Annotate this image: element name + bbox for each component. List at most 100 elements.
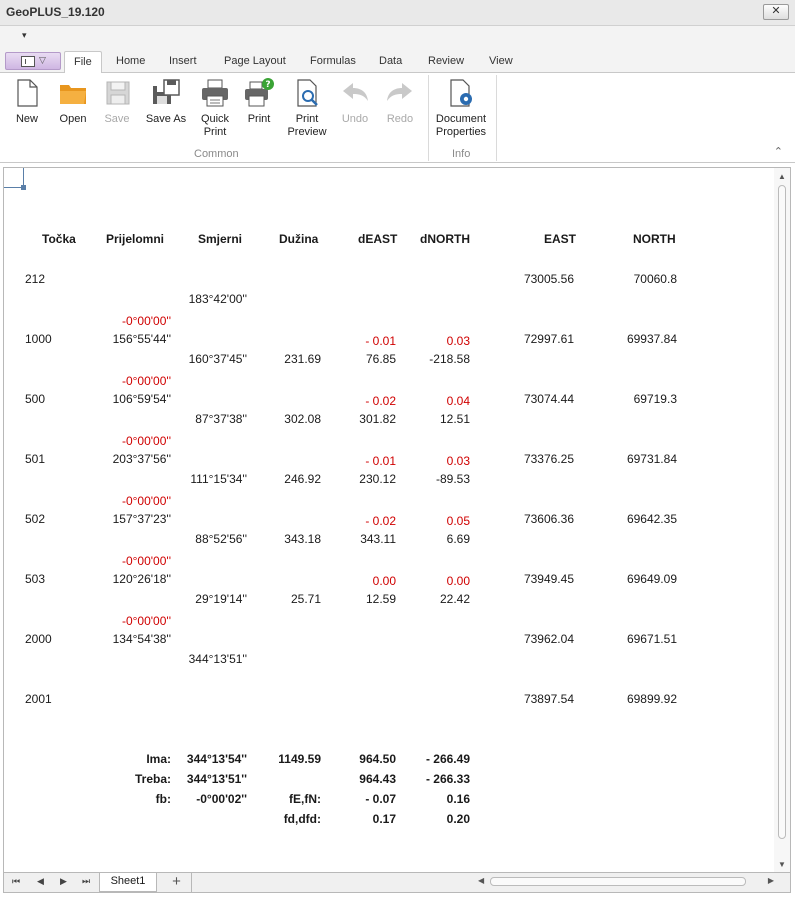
station-east: 72997.61 — [523, 332, 574, 346]
add-sheet-button[interactable]: + — [162, 873, 192, 892]
dnorth-correction: 0.04 — [446, 394, 470, 408]
summary-dfd: 0.20 — [446, 812, 470, 826]
quick-access-dropdown-icon[interactable]: ▾ — [22, 30, 27, 41]
document-properties-button[interactable]: Document Properties — [434, 77, 488, 139]
deast-correction: 0.00 — [372, 574, 396, 588]
application-menu-button[interactable]: ▽ — [5, 52, 61, 70]
station-north: 69671.51 — [626, 632, 677, 646]
new-button[interactable]: New — [10, 77, 44, 126]
summary-angle-fb: -0°00'02'' — [196, 792, 247, 806]
quick-access-toolbar: ▾ — [0, 26, 795, 50]
tab-page-layout[interactable]: Page Layout — [224, 55, 286, 67]
station-north: 69719.3 — [633, 392, 677, 406]
angle-correction: -0°00'00'' — [121, 434, 171, 448]
selection-handle[interactable] — [4, 168, 26, 190]
angle-correction: -0°00'00'' — [121, 614, 171, 628]
tab-file[interactable]: File — [64, 51, 102, 74]
station-angle: 156°55'44'' — [112, 332, 171, 346]
station-north: 69649.09 — [626, 572, 677, 586]
station-east: 73005.56 — [523, 272, 574, 286]
tab-review[interactable]: Review — [428, 55, 464, 67]
tab-home[interactable]: Home — [116, 55, 145, 67]
deast-correction: - 0.02 — [365, 394, 396, 408]
station-id: 500 — [25, 392, 46, 406]
first-sheet-icon[interactable]: ⏮ — [12, 876, 20, 887]
leg-deast: 230.12 — [359, 472, 396, 486]
print-preview-button[interactable]: Print Preview — [286, 77, 328, 139]
summary-label-fd-dfd: fd,dfd: — [283, 812, 321, 826]
leg-bearing: 160°37'45'' — [188, 352, 247, 366]
tab-insert[interactable]: Insert — [169, 55, 197, 67]
group-label-info: Info — [452, 148, 471, 160]
leg-bearing: 111°15'34'' — [190, 472, 247, 486]
scroll-right-icon[interactable]: ▶ — [768, 876, 774, 885]
station-north: 69642.35 — [626, 512, 677, 526]
summary-label-treba: Treba: — [134, 772, 171, 786]
leg-bearing: 183°42'00'' — [188, 292, 247, 306]
tab-view[interactable]: View — [489, 55, 513, 67]
station-east: 73606.36 — [523, 512, 574, 526]
station-east: 73376.25 — [523, 452, 574, 466]
station-id: 501 — [25, 452, 46, 466]
header-tocka: Točka — [42, 232, 76, 246]
station-angle: 157°37'23'' — [112, 512, 171, 526]
quick-print-button[interactable]: Quick Print — [196, 77, 234, 139]
vertical-scrollbar[interactable]: ▲ ▼ — [774, 168, 790, 872]
summary-label-ima: Ima: — [146, 752, 171, 766]
leg-length: 302.08 — [284, 412, 321, 426]
last-sheet-icon[interactable]: ⏭ — [82, 876, 90, 887]
redo-arrow-icon — [387, 83, 412, 101]
ribbon: New Open Save Save As Quick Print ? Prin… — [0, 73, 795, 163]
collapse-ribbon-icon[interactable]: ⌃ — [774, 145, 783, 158]
save-as-button[interactable]: Save As — [144, 77, 188, 126]
undo-arrow-icon — [343, 83, 368, 101]
close-button[interactable]: ✕ — [763, 4, 789, 20]
leg-deast: 301.82 — [359, 412, 396, 426]
leg-deast: 343.11 — [360, 532, 396, 546]
save-as-icon — [153, 79, 180, 104]
summary-angle-treba: 344°13'51'' — [186, 772, 247, 786]
leg-dnorth: -89.53 — [435, 472, 470, 486]
vertical-scroll-thumb[interactable] — [778, 185, 786, 839]
document-properties-icon — [450, 79, 472, 107]
save-disk-icon — [106, 81, 130, 105]
angle-correction: -0°00'00'' — [121, 314, 171, 328]
station-id: 2001 — [25, 692, 52, 706]
open-button[interactable]: Open — [56, 77, 90, 126]
summary-dnorth-ima: - 266.49 — [425, 752, 470, 766]
horizontal-scroll-thumb[interactable] — [490, 877, 746, 886]
station-id: 2000 — [25, 632, 52, 646]
group-separator — [428, 75, 429, 161]
header-north: NORTH — [633, 232, 676, 246]
station-east: 73074.44 — [523, 392, 574, 406]
open-folder-icon — [60, 85, 86, 104]
tab-data[interactable]: Data — [379, 55, 402, 67]
scroll-down-icon[interactable]: ▼ — [778, 860, 786, 869]
station-id: 1000 — [25, 332, 52, 346]
print-button[interactable]: ? Print — [242, 77, 276, 126]
sheet-tab-sheet1[interactable]: Sheet1 — [99, 873, 157, 892]
quick-print-icon — [202, 79, 228, 107]
leg-dnorth: 6.69 — [446, 532, 470, 546]
undo-button[interactable]: Undo — [338, 77, 372, 126]
redo-button[interactable]: Redo — [383, 77, 417, 126]
horizontal-scrollbar[interactable]: ◀ ▶ — [474, 875, 774, 889]
save-button[interactable]: Save — [102, 77, 132, 126]
leg-length: 246.92 — [284, 472, 321, 486]
station-east: 73962.04 — [523, 632, 574, 646]
scroll-up-icon[interactable]: ▲ — [778, 172, 786, 181]
deast-correction: - 0.02 — [365, 514, 396, 528]
next-sheet-icon[interactable]: ▶ — [60, 876, 67, 887]
dnorth-correction: 0.03 — [446, 334, 470, 348]
scroll-left-icon[interactable]: ◀ — [478, 876, 484, 885]
leg-deast: 76.85 — [365, 352, 396, 366]
previous-sheet-icon[interactable]: ◀ — [37, 876, 44, 887]
spreadsheet-area[interactable]: Točka Prijelomni Smjerni Dužina dEAST dN… — [3, 167, 791, 873]
station-angle: 203°37'56'' — [112, 452, 171, 466]
angle-correction: -0°00'00'' — [121, 374, 171, 388]
leg-dnorth: 22.42 — [439, 592, 470, 606]
chevron-down-icon: ▽ — [39, 55, 46, 65]
station-id: 502 — [25, 512, 46, 526]
tab-formulas[interactable]: Formulas — [310, 55, 356, 67]
summary-label-fe-fn: fE,fN: — [289, 792, 321, 806]
